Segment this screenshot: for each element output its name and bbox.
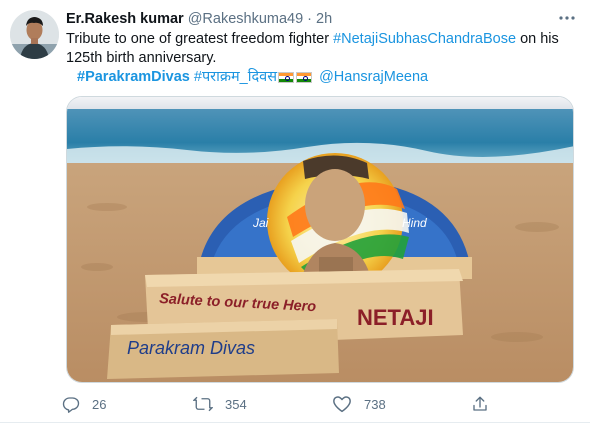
reply-icon [62,395,80,413]
hashtag-netaji-link[interactable]: #NetajiSubhasChandraBose [333,31,516,47]
share-icon [471,395,489,413]
reply-button[interactable]: 26 [62,394,106,414]
more-options-icon[interactable] [558,10,576,26]
author-handle[interactable]: @Rakeshkuma49 [188,11,303,27]
tweet-text: Tribute to one of greatest freedom fight… [66,30,582,68]
separator-dot: · [307,11,313,27]
tweet[interactable]: Er.Rakesh kumar @Rakeshkuma49 · 2h Tribu… [0,0,590,423]
tweet-header: Er.Rakesh kumar @Rakeshkuma49 · 2h [66,10,332,28]
india-flag-icon [296,72,313,83]
retweet-icon [193,395,213,413]
author-name[interactable]: Er.Rakesh kumar [66,11,184,27]
netaji-text: NETAJI [357,305,434,330]
hashtag-hindi-link[interactable]: #पराक्रम_दिवस [194,68,277,87]
like-count: 738 [364,396,386,412]
share-button[interactable] [471,394,489,414]
india-flag-icon [278,72,295,83]
timestamp[interactable]: 2h [316,11,332,27]
jai-text: Jai [252,216,269,230]
hind-text: Hind [402,216,427,230]
like-button[interactable]: 738 [332,394,386,414]
avatar[interactable] [10,10,59,59]
reply-count: 26 [92,396,107,412]
parakram-divas-text: Parakram Divas [127,338,255,358]
heart-icon [332,395,352,413]
hashtag-line: #ParakramDivas #पराक्रम_दिवस @HansrajMee… [66,68,582,87]
retweet-count: 354 [225,396,247,412]
action-bar: 26 354 738 [62,394,502,414]
tweet-text-start: Tribute to one of greatest freedom fight… [66,31,334,47]
tweet-image[interactable]: Jai Hind Salute to our true Hero NETAJI … [66,96,574,383]
retweet-button[interactable]: 354 [193,394,247,414]
mention-hansrajmeena-link[interactable]: @HansrajMeena [319,68,428,87]
hashtag-parakramdivas-link[interactable]: #ParakramDivas [77,68,190,87]
